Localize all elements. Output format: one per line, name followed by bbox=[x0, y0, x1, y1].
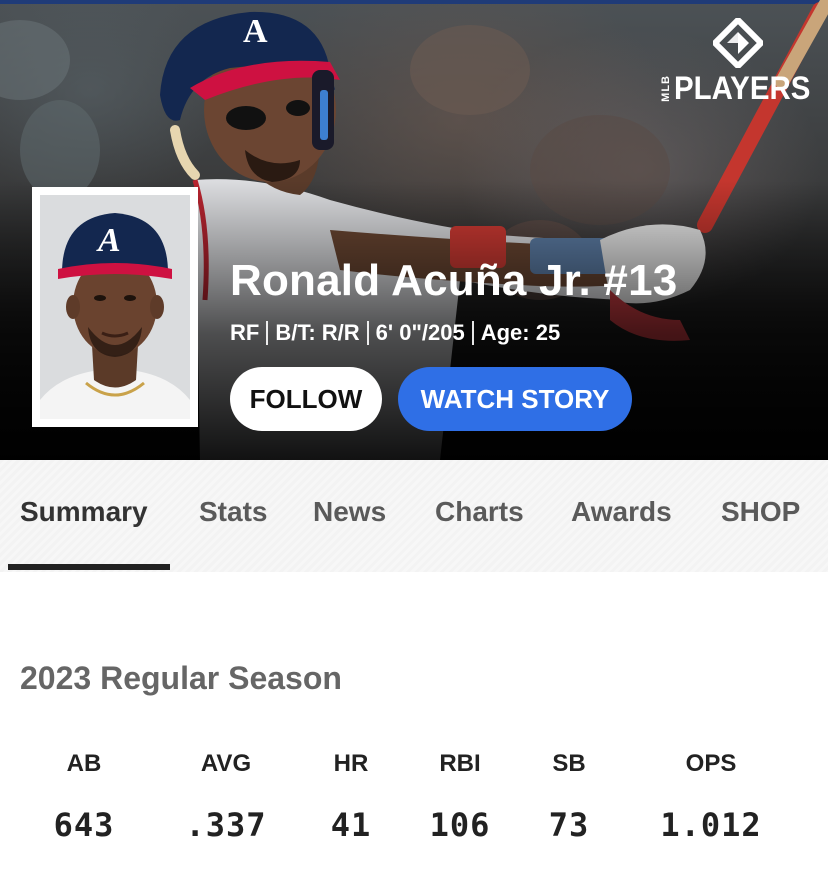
svg-text:A: A bbox=[96, 222, 121, 259]
tab-stats[interactable]: Stats bbox=[199, 496, 267, 528]
tab-summary[interactable]: Summary bbox=[20, 496, 148, 528]
player-hero: A MLB PLAYERS A Ronald Acuña Jr. #13 RF … bbox=[0, 0, 828, 460]
stat-header-ab: AB bbox=[66, 750, 102, 777]
player-tab-bar: Summary Stats News Charts Awards SHOP bbox=[0, 460, 828, 572]
mlb-players-prefix: MLB bbox=[660, 74, 672, 102]
stat-header-ops: OPS bbox=[685, 750, 737, 777]
player-headshot-photo: A bbox=[40, 195, 190, 419]
mlb-players-diamond-icon bbox=[713, 18, 763, 68]
bio-divider bbox=[266, 321, 269, 345]
stat-value-ab: 643 bbox=[53, 806, 115, 844]
mlb-players-text: PLAYERS bbox=[674, 70, 811, 106]
mlb-players-logo[interactable]: MLB PLAYERS bbox=[660, 18, 816, 108]
stat-header-hr: HR bbox=[333, 750, 369, 777]
stat-value-rbi: 106 bbox=[429, 806, 491, 844]
player-name: Ronald Acuña Jr. #13 bbox=[230, 256, 678, 305]
player-bio-line: RF B/T: R/R 6' 0"/205 Age: 25 bbox=[230, 320, 560, 346]
stat-value-hr: 41 bbox=[330, 806, 372, 844]
tab-shop[interactable]: SHOP bbox=[721, 496, 800, 528]
bio-divider bbox=[471, 321, 474, 345]
active-tab-indicator bbox=[8, 564, 170, 570]
watch-story-button[interactable]: WATCH STORY bbox=[398, 367, 632, 431]
tab-charts[interactable]: Charts bbox=[435, 496, 524, 528]
mlb-players-wordmark: MLB PLAYERS bbox=[660, 72, 816, 104]
stat-value-ops: 1.012 bbox=[660, 806, 762, 844]
player-bats-throws: B/T: R/R bbox=[275, 320, 360, 345]
player-age: Age: 25 bbox=[480, 320, 561, 345]
stat-value-sb: 73 bbox=[548, 806, 590, 844]
season-title: 2023 Regular Season bbox=[20, 660, 342, 696]
follow-button[interactable]: FOLLOW bbox=[230, 367, 382, 431]
stat-header-rbi: RBI bbox=[439, 750, 481, 777]
player-headshot: A bbox=[32, 187, 198, 427]
player-height-weight: 6' 0"/205 bbox=[375, 320, 465, 345]
stat-value-avg: .337 bbox=[185, 806, 267, 844]
headshot-portrait: A bbox=[40, 195, 190, 419]
bio-divider bbox=[366, 321, 369, 345]
stat-header-sb: SB bbox=[552, 750, 586, 777]
svg-text:A: A bbox=[243, 13, 268, 50]
tab-news[interactable]: News bbox=[313, 496, 386, 528]
tab-awards[interactable]: Awards bbox=[571, 496, 672, 528]
player-position: RF bbox=[230, 320, 260, 345]
stat-header-avg: AVG bbox=[200, 750, 252, 777]
